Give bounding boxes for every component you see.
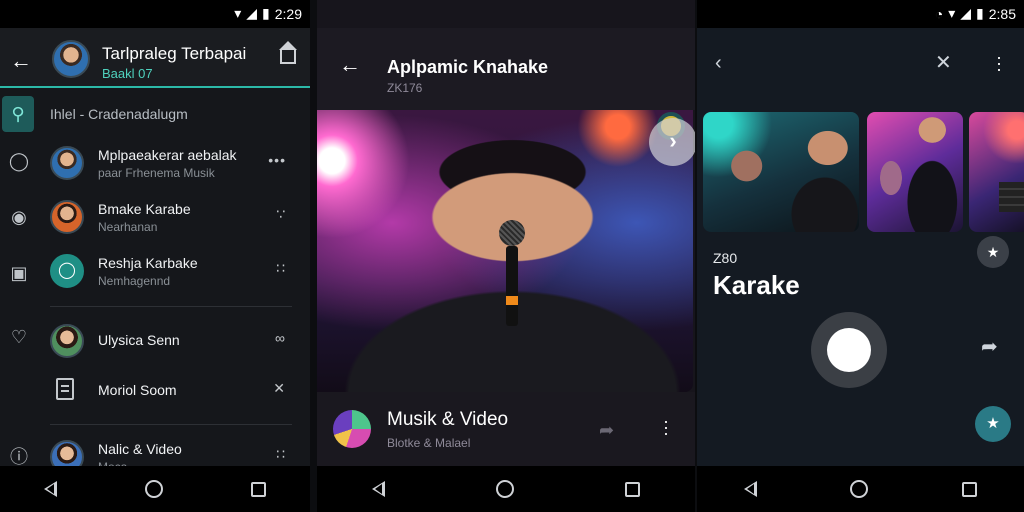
back-arrow-icon[interactable]: ← xyxy=(10,48,32,74)
singer-photo[interactable] xyxy=(317,110,693,392)
list-item-title: Nalic & Video xyxy=(98,441,182,457)
thumbnail[interactable] xyxy=(867,112,963,232)
close-icon[interactable]: ✕ xyxy=(935,50,952,75)
back-chevron-icon[interactable]: ‹ xyxy=(715,52,722,75)
avatar xyxy=(50,146,84,180)
list-item-title: Reshja Karbake xyxy=(98,255,198,271)
page-subtitle: ZK176 xyxy=(387,81,423,95)
share-icon[interactable]: ∵ xyxy=(276,206,286,223)
chat-icon[interactable]: ◯ xyxy=(8,150,30,172)
right-screen: ◔ ▾ ◢ ▮ 2:85 ‹ ✕ · · · ★ Z80 Karake ➦ ★ xyxy=(697,0,1024,512)
header-subtitle: Baakl 07 xyxy=(102,66,153,81)
home-icon[interactable] xyxy=(279,41,297,64)
list-item-title: Mplpaeakerar aebalak xyxy=(98,147,237,163)
avatar[interactable] xyxy=(52,40,90,78)
side-rail: ⚲ ◯ ◉ ▣ ♡ ⓘ xyxy=(0,90,38,468)
media-subtitle: Blotke & Malael xyxy=(387,436,471,450)
list-item-subtitle: paar Frhenema Musik xyxy=(98,166,215,180)
list-item[interactable]: Moriol Soom ✕ xyxy=(38,366,310,418)
count-label: Z80 xyxy=(713,250,738,266)
list-item-title: Ulysica Senn xyxy=(98,332,180,348)
status-time: 2:29 xyxy=(274,5,302,22)
next-arrow-button[interactable]: › xyxy=(649,118,695,166)
signal-icon: ◢ xyxy=(246,5,258,21)
thumbnail[interactable] xyxy=(969,112,1024,232)
page-title: Aplpamic Knahake xyxy=(387,57,549,77)
nav-back-icon[interactable] xyxy=(44,481,57,497)
album-icon[interactable] xyxy=(333,410,371,448)
search-field[interactable]: Ihlel - Cradenadalugm xyxy=(50,106,188,122)
share-icon[interactable]: ∷ xyxy=(276,446,286,463)
nav-back-icon[interactable] xyxy=(372,481,386,497)
microphone-icon xyxy=(499,220,525,330)
wifi-icon: ▾ xyxy=(234,5,242,21)
nav-bar xyxy=(0,466,310,512)
tv-icon[interactable]: ▣ xyxy=(8,262,30,284)
document-icon xyxy=(56,378,74,400)
divider xyxy=(50,306,292,307)
nav-bar xyxy=(317,466,695,512)
share-icon[interactable]: ➦ xyxy=(599,420,614,441)
thumbnail[interactable] xyxy=(703,112,859,232)
more-vert-icon[interactable]: · · · xyxy=(661,412,671,442)
wifi-icon: ▾ xyxy=(948,5,956,21)
record-dot-icon xyxy=(827,328,871,372)
list-item[interactable]: Ulysica Senn ∞ xyxy=(38,316,310,368)
chat-fab-icon[interactable]: ★ xyxy=(975,406,1011,442)
signal-icon: ◢ xyxy=(960,5,972,21)
list-item-title: Bmake Karabe xyxy=(98,201,191,217)
status-time: 2:85 xyxy=(988,5,1016,22)
list-item-title: Moriol Soom xyxy=(98,382,177,398)
star-icon[interactable]: ★ xyxy=(977,236,1009,268)
info-icon[interactable]: ⓘ xyxy=(8,446,30,468)
status-bar: ▾ ◢ ▮ 2:29 xyxy=(0,0,310,28)
list-item-subtitle: Nearhanan xyxy=(98,220,158,234)
battery-icon: ▮ xyxy=(262,5,270,21)
nav-recents-icon[interactable] xyxy=(251,481,266,497)
battery-icon: ▮ xyxy=(976,5,984,21)
link-icon[interactable]: ∞ xyxy=(275,330,286,346)
section-title: Karake xyxy=(713,270,800,300)
avatar xyxy=(50,324,84,358)
chat-bubble-icon: ◯ xyxy=(50,254,84,288)
list-item[interactable]: Mplpaeakerar aebalak paar Frhenema Musik… xyxy=(38,138,310,190)
more-vert-icon[interactable]: · · · xyxy=(995,48,1003,78)
location-pin-icon[interactable]: ◉ xyxy=(8,206,30,228)
nav-home-icon[interactable] xyxy=(145,480,163,498)
forward-icon[interactable]: ➦ xyxy=(981,334,998,359)
nav-recents-icon[interactable] xyxy=(624,481,640,497)
record-button[interactable] xyxy=(811,312,887,388)
divider xyxy=(50,424,292,425)
heart-icon[interactable]: ♡ xyxy=(8,326,30,348)
search-icon[interactable]: ⚲ xyxy=(2,96,34,132)
nav-back-icon[interactable] xyxy=(743,481,757,497)
list-item[interactable]: Bmake Karabe Nearhanan ∵ xyxy=(38,192,310,244)
header-title: Tarlpraleg Terbapai xyxy=(102,44,247,63)
app-header: ← Aplpamic Knahake ZK176 xyxy=(317,28,695,110)
nav-home-icon[interactable] xyxy=(495,480,514,498)
share-icon[interactable]: ∷ xyxy=(276,260,286,277)
nav-bar xyxy=(697,466,1024,512)
nav-recents-icon[interactable] xyxy=(962,481,978,497)
close-icon[interactable]: ✕ xyxy=(273,380,286,397)
chat-header: ← Tarlpraleg Terbapai Baakl 07 xyxy=(0,28,310,88)
left-screen: ▾ ◢ ▮ 2:29 ← Tarlpraleg Terbapai Baakl 0… xyxy=(0,0,310,512)
middle-screen: ← Aplpamic Knahake ZK176 › Musik & Video… xyxy=(317,0,695,512)
list-item-subtitle: Nemhagennd xyxy=(98,274,171,288)
status-bar: ◔ ▾ ◢ ▮ 2:85 xyxy=(697,0,1024,28)
nav-home-icon[interactable] xyxy=(850,480,869,498)
back-arrow-icon[interactable]: ← xyxy=(339,52,361,78)
avatar xyxy=(50,200,84,234)
media-title: Musik & Video xyxy=(387,409,509,430)
more-icon[interactable]: ••• xyxy=(268,152,286,168)
list-item[interactable]: ◯ Reshja Karbake Nemhagennd ∷ xyxy=(38,246,310,298)
alarm-icon: ◔ xyxy=(934,5,944,22)
media-footer: Musik & Video Blotke & Malael ➦ · · · xyxy=(317,392,695,466)
